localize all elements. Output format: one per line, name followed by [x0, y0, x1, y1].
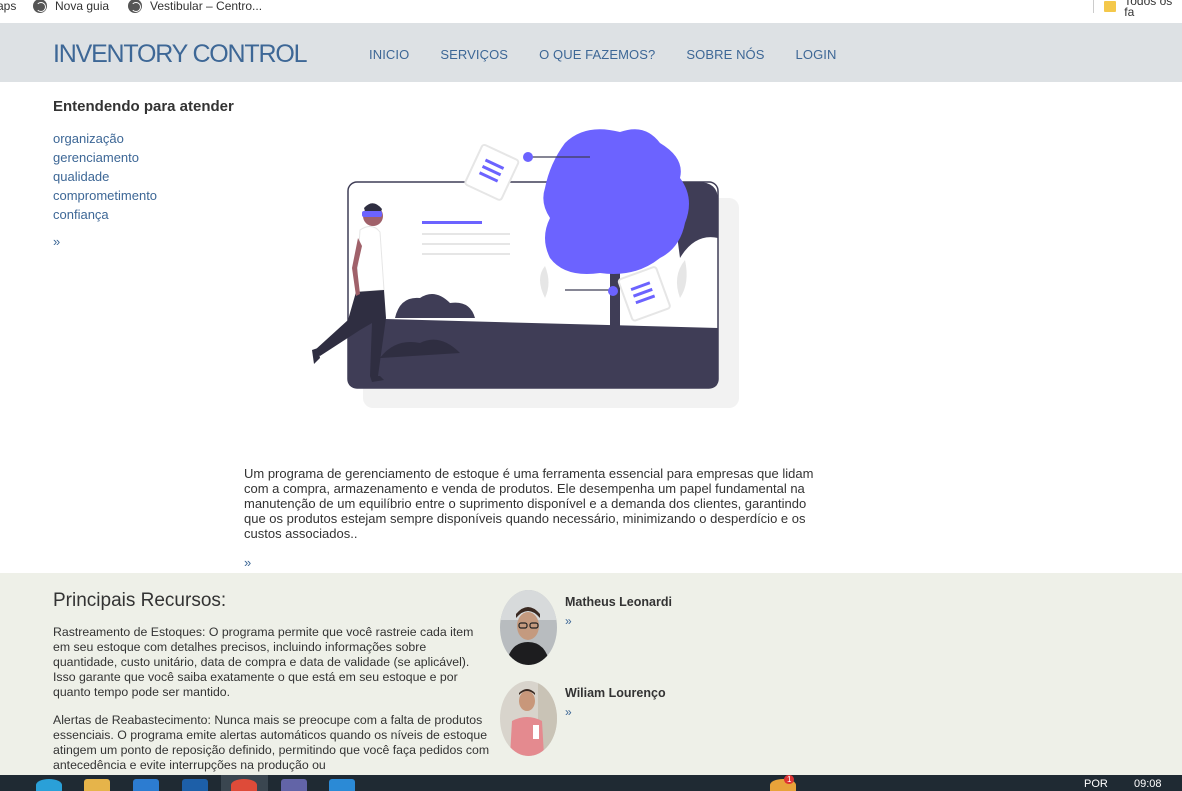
bookmark-separator	[1093, 0, 1094, 13]
illustration-tree-canopy	[543, 129, 689, 274]
mail-icon[interactable]	[182, 779, 208, 791]
illustration-line	[422, 243, 510, 245]
illustration-line	[422, 253, 510, 255]
globe-icon	[128, 0, 142, 13]
bookmark-label: aps	[0, 0, 17, 13]
avatar	[500, 681, 557, 756]
language-indicator[interactable]: POR	[1084, 778, 1108, 790]
sidebar-more-link[interactable]: »	[53, 234, 60, 249]
nav-inicio[interactable]: INICIO	[369, 47, 409, 62]
os-taskbar: 1 POR 09:08	[0, 775, 1182, 791]
nav-o-que-fazemos[interactable]: O QUE FAZEMOS?	[539, 47, 655, 62]
bookmark-folder-todos[interactable]: Todos os fa	[1104, 0, 1182, 18]
features-section: Principais Recursos: Rastreamento de Est…	[0, 573, 1182, 775]
illustration-line	[422, 233, 510, 235]
system-clock[interactable]: 09:08	[1134, 778, 1162, 790]
team-member-name: Wiliam Lourenço	[565, 686, 666, 700]
site-brand[interactable]: INVENTORY CONTROL	[53, 40, 307, 69]
features-title: Principais Recursos:	[53, 590, 227, 611]
bookmark-apps[interactable]: aps	[0, 0, 16, 13]
team-member-name: Matheus Leonardi	[565, 595, 672, 609]
bookmark-vestibular[interactable]: Vestibular – Centro...	[128, 0, 262, 13]
hero-illustration	[312, 129, 739, 408]
main-description: Um programa de gerenciamento de estoque …	[244, 466, 814, 541]
vscode-icon[interactable]	[329, 779, 355, 791]
chrome-icon[interactable]	[231, 779, 257, 791]
illustration-accent-line	[422, 221, 482, 224]
illustration-node	[608, 286, 618, 296]
sidebar-list: organização gerenciamento qualidade comp…	[53, 129, 157, 224]
globe-icon	[33, 0, 47, 13]
nav-login[interactable]: LOGIN	[796, 47, 837, 62]
edge-icon[interactable]	[36, 779, 62, 791]
file-explorer-icon[interactable]	[84, 779, 110, 791]
team-member-card: Matheus Leonardi »	[500, 590, 860, 670]
feature-stock-tracking: Rastreamento de Estoques: O programa per…	[53, 625, 474, 699]
illustration-node	[523, 152, 533, 162]
store-icon[interactable]	[133, 779, 159, 791]
main-nav: INICIO SERVIÇOS O QUE FAZEMOS? SOBRE NÓS…	[369, 47, 868, 62]
nav-sobre-nos[interactable]: SOBRE NÓS	[686, 47, 764, 62]
sidebar-item-gerenciamento[interactable]: gerenciamento	[53, 148, 157, 167]
description-more-link[interactable]: »	[244, 555, 251, 570]
feature-restock-alerts: Alertas de Reabastecimento: Nunca mais s…	[53, 713, 490, 772]
bookmark-label: Todos os fa	[1124, 0, 1173, 19]
bookmark-label: Vestibular – Centro...	[150, 0, 263, 13]
sidebar-title: Entendendo para atender	[53, 98, 234, 115]
sidebar-item-qualidade[interactable]: qualidade	[53, 167, 157, 186]
team-member-more-link[interactable]: »	[565, 705, 572, 719]
nav-servicos[interactable]: SERVIÇOS	[440, 47, 508, 62]
site-header: INVENTORY CONTROL INICIO SERVIÇOS O QUE …	[0, 23, 1182, 82]
bookmark-nova-guia[interactable]: Nova guia	[33, 0, 109, 13]
sidebar-item-comprometimento[interactable]: comprometimento	[53, 186, 157, 205]
team-member-card: Wiliam Lourenço »	[500, 681, 860, 761]
sidebar-item-organizacao[interactable]: organização	[53, 129, 157, 148]
bookmark-label: Nova guia	[55, 0, 110, 13]
sidebar-item-confianca[interactable]: confiança	[53, 205, 157, 224]
bookmarks-bar: aps Nova guia Vestibular – Centro... Tod…	[0, 0, 1182, 23]
teams-icon[interactable]	[281, 779, 307, 791]
team-member-more-link[interactable]: »	[565, 614, 572, 628]
avatar	[500, 590, 557, 665]
folder-icon	[1104, 1, 1117, 12]
